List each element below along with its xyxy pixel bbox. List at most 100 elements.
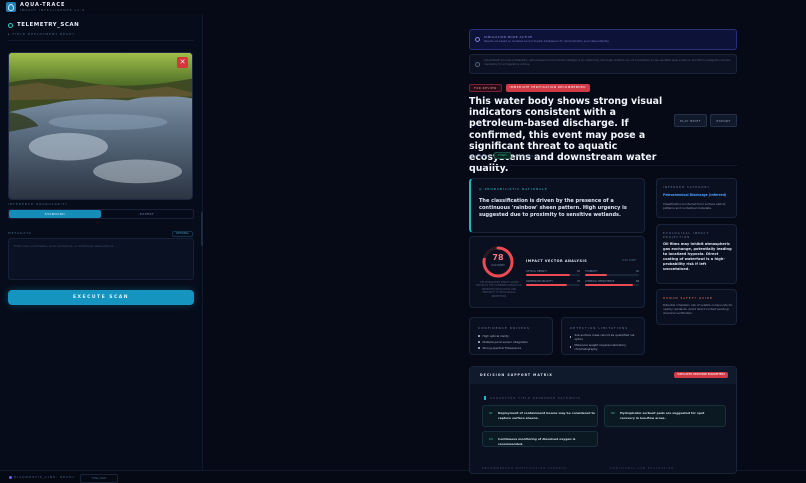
impact-score: 78 (492, 253, 504, 262)
vector-label: CHEMICAL PERSISTENCE (585, 280, 615, 283)
recommendation-2: 02 Hydrophobic sorbent pads are suggeste… (604, 405, 726, 427)
confidence-meta: CONFIDENCE HIGH REF:AT-20374 (469, 152, 538, 159)
lab-evaluation-label: ADDITIONAL LAB EVALUATION (610, 467, 674, 470)
confidence-drivers-card: CONFIDENCE DRIVERS High optical clarity … (469, 317, 553, 355)
human-safety-card: HUMAN SAFETY GUIDE Potential inhalation … (656, 289, 737, 325)
detection-limitations-card: DETECTION LIMITATIONS Sub-surface mass c… (561, 317, 645, 355)
vector-value: 76 (576, 280, 580, 283)
recommendation-1: 01 Deployment of containment booms may b… (482, 405, 598, 427)
play-brief-button[interactable]: PLAY BRIEF (674, 114, 707, 127)
uploaded-image: ✕ (8, 52, 193, 200)
disclaimer-banner: AQUA-TRACE provides probabilistic, optic… (469, 54, 737, 74)
list-item: Molecular weight requires laboratory chr… (570, 343, 642, 351)
rec-text: Deployment of containment booms may be c… (498, 411, 595, 420)
scrollbar[interactable] (201, 212, 203, 246)
mode-standard[interactable]: STANDARD (9, 210, 101, 218)
confidence-value: HIGH (494, 152, 511, 159)
vector-value: 40 (635, 270, 639, 273)
brand-name: AQUA-TRACE (20, 1, 66, 8)
status-badges: FOR REVIEW IMMEDIATE VERIFICATION RECOMM… (469, 84, 590, 92)
matrix-badge: SIMULATED RESPONSE PARAMETERS (674, 372, 728, 378)
rec-number: 03 (489, 437, 493, 441)
vector-optical-density: OPTICAL DENSITY 82 (526, 270, 580, 276)
vector-value: 88 (635, 280, 639, 283)
mode-toggle: STANDARD EXPERT (8, 209, 194, 219)
impact-confidence: 0.92 CONF (622, 259, 636, 262)
safety-body: Potential inhalation risk of volatile co… (663, 303, 733, 316)
rec-number: 01 (489, 411, 493, 415)
vector-turbidity: TURBIDITY 40 (585, 270, 639, 276)
sync-pill: SYNC_IDLE (80, 474, 118, 483)
metadata-input[interactable]: Enter site coordinates, local conditions… (8, 238, 194, 280)
rationale-card: ◎ PROBABILISTIC RATIONALE The classifica… (469, 178, 645, 233)
safety-header: HUMAN SAFETY GUIDE (663, 296, 713, 300)
limitations-header: DETECTION LIMITATIONS (570, 326, 628, 330)
impact-score-caption: /100 INDEX (491, 264, 505, 267)
impact-projection-header: ECOLOGICAL IMPACT PROJECTION (663, 231, 710, 239)
drivers-header: CONFIDENCE DRIVERS (478, 326, 530, 330)
list-item: Strong spectral Tribescence (478, 345, 528, 351)
matrix-section: SUGGESTED FIELD RESPONSE PATHWAYS (484, 396, 581, 400)
warning-icon (475, 62, 480, 67)
vector-bar (526, 274, 571, 276)
vector-label: DISPERSION VELOCITY (526, 280, 553, 283)
granularity-label: INFERENCE GRANULARITY (8, 202, 69, 206)
category-header: INFERRED CATEGORY (663, 185, 710, 189)
water-photo (9, 53, 192, 199)
scan-subtitle: ▸ FIELD DEPLOYMENT READY (8, 32, 76, 36)
impact-card: 78 /100 INDEX THE INTEGRATED IMPACT SCOR… (469, 236, 645, 308)
impact-title: IMPACT VECTOR ANALYSIS (526, 259, 588, 263)
rec-text: Continuous monitoring of dissolved oxyge… (498, 437, 576, 446)
rec-number: 02 (611, 411, 615, 415)
execute-scan-button[interactable]: EXECUTE SCAN (8, 290, 194, 305)
vector-value: 82 (576, 270, 580, 273)
vector-dispersion-velocity: DISPERSION VELOCITY 76 (526, 280, 580, 286)
brand-subtitle: IMPACT INTELLIGENCE v2.4 (20, 7, 86, 12)
rationale-header: ◎ PROBABILISTIC RATIONALE (479, 187, 548, 191)
review-badge: FOR REVIEW (469, 84, 502, 92)
metadata-label: METADATA (8, 231, 32, 235)
info-icon (475, 37, 480, 42)
export-button[interactable]: EXPORT (710, 114, 737, 127)
status-dot-icon (9, 476, 12, 479)
optional-tag: OPTIONAL (171, 231, 193, 237)
banner-text: Results are based on modeled environment… (484, 40, 610, 43)
headline: This water body shows strong visual indi… (469, 96, 663, 175)
mode-expert[interactable]: EXPERT (101, 210, 193, 218)
category-desc: Classification is inferred from surface … (663, 202, 726, 211)
vector-bar (526, 284, 568, 286)
vector-label: OPTICAL DENSITY (526, 270, 548, 273)
impact-projection-body: Oil films may inhibit atmospheric gas ex… (663, 242, 732, 271)
scan-title-text: TELEMETRY_SCAN (17, 22, 80, 28)
vector-bar (585, 274, 607, 276)
impact-note: THE INTEGRATED IMPACT SCORE REFLECTS THE… (476, 281, 522, 298)
gear-icon (8, 22, 13, 28)
matrix-title: DECISION SUPPORT MATRIX (480, 373, 553, 377)
disclaimer-text: AQUA-TRACE provides probabilistic, optic… (484, 59, 731, 66)
banner-title: SIMULATION MODE ACTIVE (484, 35, 533, 39)
decision-matrix: DECISION SUPPORT MATRIX SIMULATED RESPON… (469, 366, 737, 474)
ecological-impact-card: ECOLOGICAL IMPACT PROJECTION Oil films m… (656, 224, 737, 284)
remove-image-button[interactable]: ✕ (177, 57, 188, 68)
divider (8, 40, 194, 41)
inferred-category-card: INFERRED CATEGORY Petrochemical Discharg… (656, 178, 737, 218)
droplet-icon (6, 2, 16, 12)
vector-label: TURBIDITY (585, 270, 598, 273)
impact-gauge (482, 246, 514, 278)
rec-text: Hydrophobic sorbent pads are suggested f… (620, 411, 705, 420)
scan-title: TELEMETRY_SCAN (8, 22, 79, 28)
category-value: Petrochemical Discharge (Inferred) (663, 193, 727, 197)
recommendation-3: 03 Continuous monitoring of dissolved ox… (482, 431, 598, 447)
scan-panel: TELEMETRY_SCAN ▸ FIELD DEPLOYMENT READY (0, 14, 203, 470)
vector-chemical-persistence: CHEMICAL PERSISTENCE 88 (585, 280, 639, 286)
notification-targets-label: RECOMMENDED NOTIFICATION TARGETS (482, 467, 567, 470)
reference-id: REF:AT-20374 (514, 153, 538, 158)
brand: AQUA-TRACE IMPACT INTELLIGENCE v2.4 (6, 0, 85, 14)
rationale-body: The classification is driven by the pres… (479, 198, 627, 218)
list-item: Sub-surface mass cannot be quantified vi… (570, 333, 642, 341)
simulation-banner: SIMULATION MODE ACTIVE Results are based… (469, 29, 737, 50)
status-text: DIAGNOSTIC_LINK: READY (14, 475, 76, 479)
confidence-label: CONFIDENCE (469, 153, 491, 158)
verification-badge: IMMEDIATE VERIFICATION RECOMMENDED (505, 84, 590, 92)
divider (469, 165, 737, 166)
